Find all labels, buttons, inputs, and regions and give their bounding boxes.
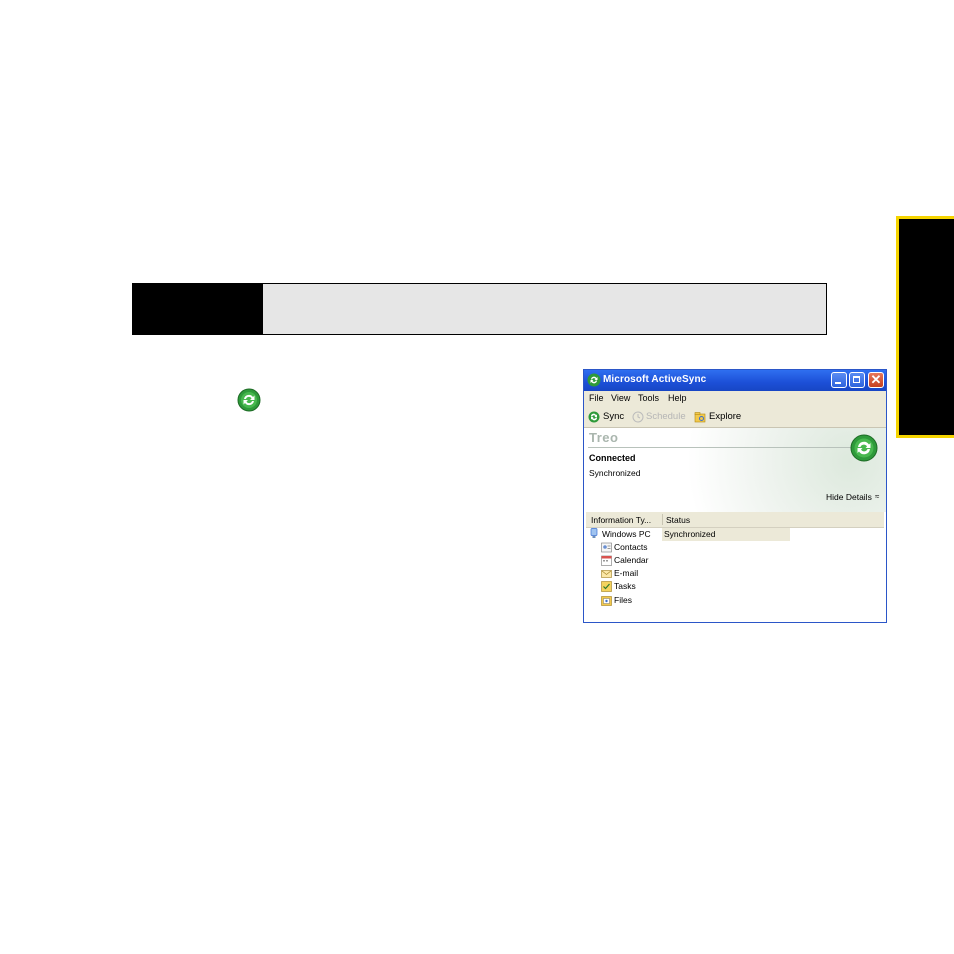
calendar-icon	[601, 555, 612, 566]
schedule-button[interactable]: Schedule	[646, 410, 686, 424]
divider	[588, 447, 856, 448]
sync-status: Synchronized	[589, 468, 641, 478]
chevron-up-icon[interactable]: ≈	[875, 492, 879, 501]
column-divider[interactable]	[662, 514, 663, 525]
menu-file[interactable]: File	[589, 393, 604, 403]
window-title: Microsoft ActiveSync	[603, 374, 707, 385]
explore-icon	[694, 412, 706, 423]
contacts-icon	[601, 542, 612, 553]
explore-button[interactable]: Explore	[709, 410, 741, 424]
list-item-status: Synchronized	[664, 529, 716, 539]
sync-status-icon	[850, 434, 878, 462]
list-item-calendar[interactable]: Calendar	[614, 554, 649, 567]
schedule-icon	[632, 411, 644, 423]
column-information-type[interactable]: Information Ty...	[591, 515, 651, 525]
note-label-block	[133, 284, 263, 334]
title-bar[interactable]: Microsoft ActiveSync ✕	[584, 370, 886, 391]
maximize-button[interactable]	[849, 372, 865, 388]
menu-tools[interactable]: Tools	[638, 393, 659, 403]
column-status[interactable]: Status	[666, 515, 690, 525]
connection-status: Connected	[589, 453, 636, 463]
activesync-icon	[587, 373, 601, 387]
list-item-email[interactable]: E-mail	[614, 567, 638, 580]
list-item-files[interactable]: Files	[614, 594, 632, 607]
chapter-side-tab	[896, 216, 954, 438]
list-header: Information Ty... Status	[586, 512, 884, 528]
tasks-icon	[601, 581, 612, 592]
sync-button[interactable]: Sync	[603, 410, 624, 424]
close-button[interactable]: ✕	[868, 372, 884, 388]
device-name: Treo	[589, 430, 619, 445]
list-item-tasks[interactable]: Tasks	[614, 580, 636, 593]
list-item-contacts[interactable]: Contacts	[614, 541, 648, 554]
email-icon	[601, 570, 612, 578]
computer-icon	[590, 528, 598, 538]
sync-icon	[237, 388, 261, 412]
menu-help[interactable]: Help	[668, 393, 687, 403]
close-icon: ✕	[870, 372, 882, 387]
menu-bar: File View Tools Help	[584, 391, 886, 407]
toolbar: Sync Schedule Explore	[584, 407, 886, 428]
files-icon	[601, 596, 612, 606]
menu-view[interactable]: View	[611, 393, 630, 403]
hide-details-link[interactable]: Hide Details	[826, 492, 872, 502]
sync-icon	[588, 411, 600, 423]
note-box	[132, 283, 827, 335]
list-item-windows-pc[interactable]: Windows PC	[602, 528, 651, 541]
activesync-window: Microsoft ActiveSync ✕ File View Tools H…	[583, 369, 887, 623]
minimize-button[interactable]	[831, 372, 847, 388]
